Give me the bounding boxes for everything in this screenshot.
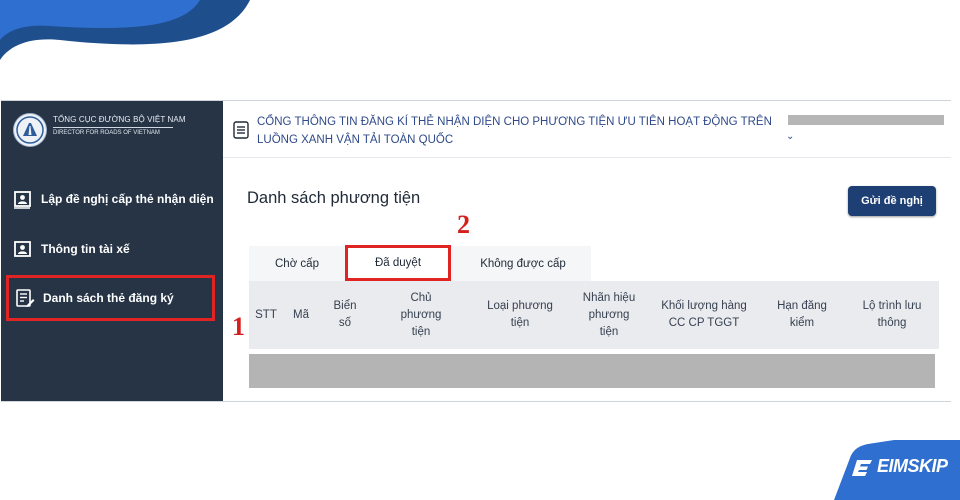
column-header: Chủ phương tiện [400, 291, 442, 338]
step-marker-1: 1 [232, 312, 245, 341]
app-screenshot-frame: TỔNG CỤC ĐƯỜNG BỘ VIỆT NAM DIRECTOR FOR … [1, 100, 951, 402]
sidebar-item-registration-list[interactable]: Danh sách thẻ đăng ký [6, 275, 215, 321]
column-header: Lộ trình lưu thông [862, 300, 922, 329]
step-marker-2: 2 [457, 210, 470, 239]
brand-divider [53, 127, 173, 128]
sidebar-item-create-request[interactable]: Lập đề nghị cấp thẻ nhận diện [13, 187, 214, 211]
sidebar-item-label: Danh sách thẻ đăng ký [43, 291, 174, 305]
road-logo-icon [16, 116, 44, 144]
menu-icon[interactable] [233, 121, 249, 139]
eimskip-logo-icon [852, 460, 872, 476]
sidebar: TỔNG CỤC ĐƯỜNG BỘ VIỆT NAM DIRECTOR FOR … [1, 101, 223, 401]
submit-request-button[interactable]: Gửi đề nghị [848, 186, 936, 216]
header: CỔNG THÔNG TIN ĐĂNG KÍ THẺ NHẬN DIỆN CHO… [223, 101, 951, 158]
user-name-redacted[interactable] [788, 115, 944, 125]
id-card-icon [14, 191, 31, 209]
main-content: CỔNG THÔNG TIN ĐĂNG KÍ THẺ NHẬN DIỆN CHO… [223, 101, 951, 401]
table-header: STT Mã Biển số Chủ phương tiện Loại phươ… [249, 281, 939, 349]
sidebar-item-driver-info[interactable]: Thông tin tài xế [13, 237, 130, 261]
column-header: STT [255, 308, 277, 321]
driver-card-icon [14, 241, 31, 257]
tab-rejected[interactable]: Không được cấp [455, 246, 591, 282]
sidebar-item-label: Lập đề nghị cấp thẻ nhận diện [41, 192, 214, 206]
chevron-down-icon[interactable]: ⌄ [786, 131, 794, 142]
brand-subtitle: DIRECTOR FOR ROADS OF VIETNAM [53, 130, 160, 136]
brand-name: TỔNG CỤC ĐƯỜNG BỘ VIỆT NAM [53, 115, 186, 124]
status-tabs: Chờ cấp Đã duyệt Không được cấp [249, 245, 591, 282]
portal-title: CỔNG THÔNG TIN ĐĂNG KÍ THẺ NHẬN DIỆN CHO… [257, 116, 772, 146]
eimskip-brand-text: EIMSKIP [877, 456, 948, 476]
list-edit-icon [16, 289, 35, 307]
column-header: Hạn đăng kiểm [777, 300, 827, 329]
tab-approved[interactable]: Đã duyệt [345, 245, 451, 281]
sidebar-item-label: Thông tin tài xế [41, 242, 130, 256]
corner-swoosh-decoration [0, 0, 250, 60]
tab-pending[interactable]: Chờ cấp [249, 246, 345, 282]
column-header: Khối lượng hàng CC CP TGGT [661, 300, 747, 329]
column-header: Loại phương tiện [487, 300, 553, 329]
logo [13, 113, 47, 147]
table-row-redacted [249, 354, 935, 388]
page-title: Danh sách phương tiện [247, 189, 421, 207]
column-header: Nhãn hiệu phương tiện [582, 291, 636, 338]
column-header: Mã [293, 308, 309, 321]
column-header: Biển số [333, 300, 357, 329]
brand: TỔNG CỤC ĐƯỜNG BỘ VIỆT NAM DIRECTOR FOR … [13, 111, 213, 147]
